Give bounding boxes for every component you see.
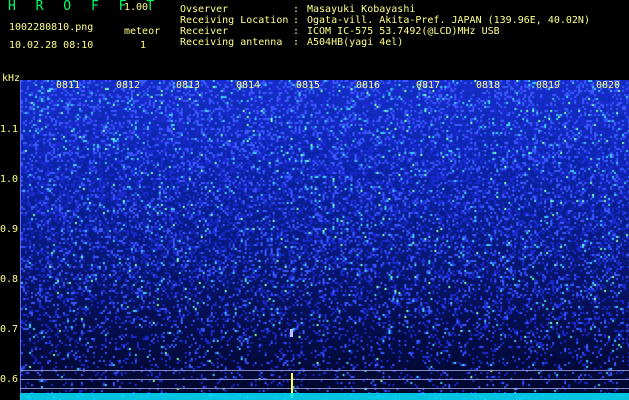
location-value: Ogata-vill. Akita-Pref. JAPAN (139.96E, … — [307, 15, 590, 26]
location-label: Receiving Location — [180, 15, 289, 26]
time-label: 0819 — [535, 80, 561, 91]
reference-line — [20, 379, 629, 380]
frequency-tick: 1.1 — [0, 124, 19, 135]
time-label: 0815 — [295, 80, 321, 91]
frequency-tick: 0.9 — [0, 224, 19, 235]
frequency-tick: 0.8 — [0, 274, 19, 285]
time-label: 0817 — [415, 80, 441, 91]
observer-value: Masayuki Kobayashi — [307, 4, 416, 15]
version-label: 1.00 — [124, 2, 149, 13]
receiver-separator: : — [293, 26, 300, 37]
signal-baseline — [20, 393, 629, 400]
spectrogram — [20, 80, 629, 400]
receiver-label: Receiver — [180, 26, 229, 37]
time-label: 0812 — [115, 80, 141, 91]
spectrogram-noise — [21, 80, 629, 400]
frequency-tick: 1.0 — [0, 174, 19, 185]
time-label: 0818 — [475, 80, 501, 91]
antenna-value: A504HB(yagi 4el) — [307, 37, 404, 48]
file-name: 1002280810.png — [9, 22, 94, 33]
receiver-value: ICOM IC-575 53.7492(@LCD)MHz USB — [307, 26, 500, 37]
reference-line — [20, 370, 629, 371]
observer-label: Ovserver — [180, 4, 229, 15]
meteor-count: 1 — [140, 40, 147, 51]
frequency-tick: 0.6 — [0, 374, 19, 385]
timestamp: 10.02.28 08:10 — [9, 40, 94, 51]
reference-line — [20, 388, 629, 389]
antenna-label: Receiving antenna — [180, 37, 283, 48]
time-label: 0814 — [235, 80, 261, 91]
time-label: 0816 — [355, 80, 381, 91]
antenna-separator: : — [293, 37, 300, 48]
time-label: 0820 — [595, 80, 621, 91]
location-separator: : — [293, 15, 300, 26]
mode-label: meteor — [124, 26, 161, 37]
frequency-tick: 0.7 — [0, 324, 19, 335]
observer-separator: : — [293, 4, 300, 15]
meteor-blip — [290, 329, 293, 337]
time-label: 0813 — [175, 80, 201, 91]
frequency-unit: kHz — [2, 73, 21, 84]
time-label: 0811 — [55, 80, 81, 91]
